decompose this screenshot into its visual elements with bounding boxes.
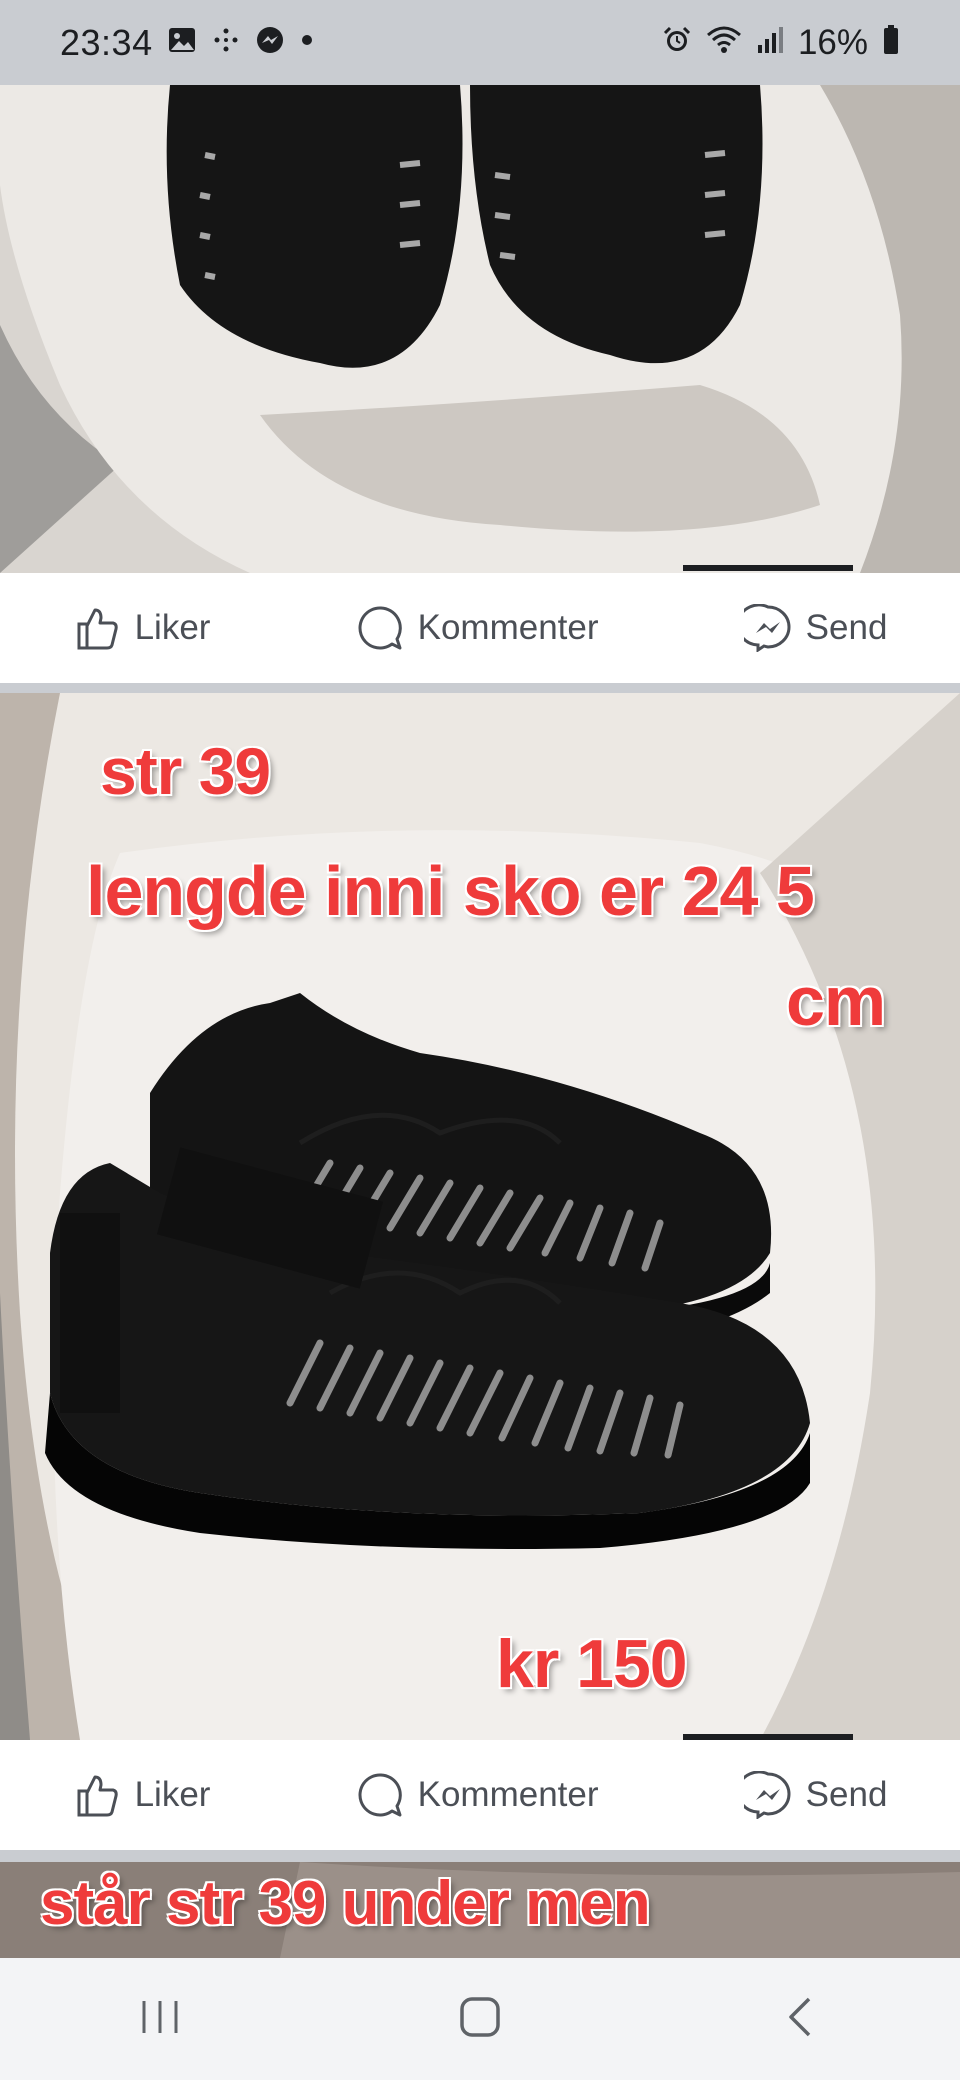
send-button[interactable]: Send	[743, 604, 888, 652]
post-photo-2[interactable]: str 39 lengde inni sko er 24 5 cm kr 150	[0, 693, 960, 1740]
status-bar: 23:34 16%	[0, 0, 960, 85]
recents-button[interactable]	[100, 1979, 220, 2059]
comment-button[interactable]: Kommenter	[356, 604, 599, 652]
dot-icon	[299, 32, 315, 53]
send-label: Send	[805, 1775, 888, 1814]
comment-bubble-icon	[356, 1771, 404, 1819]
recents-icon	[138, 1997, 182, 2042]
send-label: Send	[805, 608, 888, 647]
system-navigation-bar	[0, 1958, 960, 2080]
thumbs-up-icon	[73, 604, 121, 652]
send-button[interactable]: Send	[743, 1771, 888, 1819]
like-label: Liker	[134, 1775, 211, 1814]
post-photo-3[interactable]: står str 39 under men	[0, 1862, 960, 1958]
length-overlay-text: lengde inni sko er 24 5	[86, 852, 815, 930]
messenger-send-icon	[743, 604, 792, 652]
home-icon	[458, 1995, 502, 2044]
back-button[interactable]	[740, 1979, 860, 2059]
post-photo-1[interactable]	[0, 85, 960, 573]
comment-button[interactable]: Kommenter	[356, 1771, 599, 1819]
home-button[interactable]	[420, 1979, 540, 2059]
battery-percentage: 16%	[797, 22, 868, 62]
size-overlay-text: str 39	[100, 734, 271, 808]
signal-icon	[756, 25, 784, 60]
battery-icon	[882, 24, 900, 61]
unit-overlay-text: cm	[786, 962, 886, 1040]
status-bar-left: 23:34	[60, 22, 315, 64]
thumbs-up-icon	[73, 1771, 121, 1819]
status-bar-right: 16%	[662, 23, 900, 63]
messenger-icon	[255, 25, 285, 60]
price-overlay-text: kr 150	[496, 1626, 688, 1702]
media-progress-indicator	[683, 565, 853, 571]
gallery-icon	[167, 25, 197, 60]
like-button[interactable]: Liker	[73, 604, 211, 652]
like-button[interactable]: Liker	[73, 1771, 211, 1819]
messenger-send-icon	[743, 1771, 792, 1819]
comment-label: Kommenter	[417, 608, 599, 647]
post-actions-bar: Liker Kommenter Send	[0, 573, 960, 683]
sparkle-icon	[211, 25, 241, 60]
like-label: Liker	[134, 608, 211, 647]
alarm-icon	[662, 25, 692, 60]
back-icon	[785, 1995, 815, 2044]
comment-label: Kommenter	[417, 1775, 599, 1814]
status-time: 23:34	[60, 21, 153, 63]
comment-bubble-icon	[356, 604, 404, 652]
wifi-icon	[706, 25, 742, 60]
post-actions-bar: Liker Kommenter Send	[0, 1740, 960, 1850]
size-note-overlay-text: står str 39 under men	[40, 1869, 651, 1938]
